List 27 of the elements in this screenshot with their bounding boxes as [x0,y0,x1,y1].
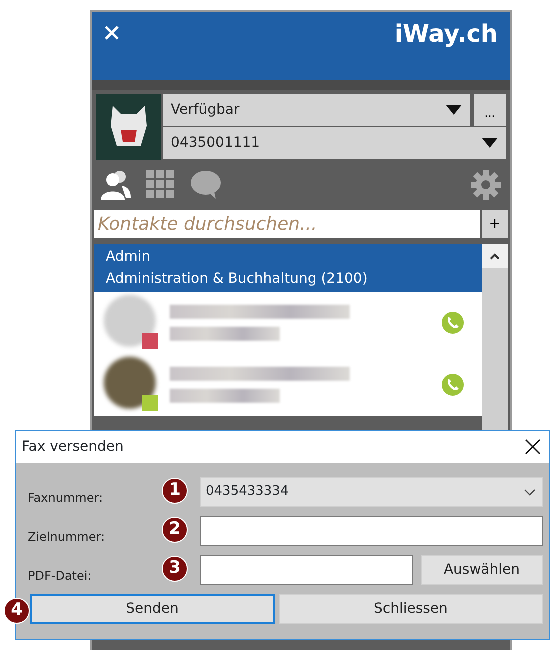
group-header[interactable]: Admin Administration & Buchhaltung (2100) [94,244,482,292]
input-field[interactable] [200,516,543,546]
settings-icon[interactable] [470,169,502,201]
fax-number-dropdown[interactable]: 0435433334 [200,477,543,507]
number-dropdown[interactable]: 0435001111 [163,127,506,159]
group-title: Admin [106,248,152,267]
choose-button[interactable]: Auswählen [421,555,543,585]
logo-text: iWay.ch [394,22,498,46]
step-number: 4 [4,598,30,624]
add-button[interactable]: + [482,210,508,238]
chevron-icon [524,488,536,496]
status-dropdown[interactable]: Verfügbar [163,94,470,126]
dialog-button[interactable]: Senden [30,594,275,624]
chevron-up-icon [490,252,500,260]
dialog-title: Fax versenden [22,438,124,456]
search-field[interactable]: Kontakte durchsuchen... [94,210,480,238]
field-label: Faxnummer: [28,490,103,507]
field-label: Zielnummer: [28,529,106,546]
input-field[interactable] [200,555,413,585]
more-button[interactable]: ... [474,94,506,126]
group-subtitle: Administration & Buchhaltung (2100) [106,270,369,289]
dialog-button[interactable]: Schliessen [278,594,543,624]
field-label: PDF-Datei: [28,568,92,585]
avatar-image [96,94,161,160]
scroll-up-button[interactable] [482,244,508,268]
blurred-avatar [104,357,156,409]
blurred-avatar [104,295,156,347]
